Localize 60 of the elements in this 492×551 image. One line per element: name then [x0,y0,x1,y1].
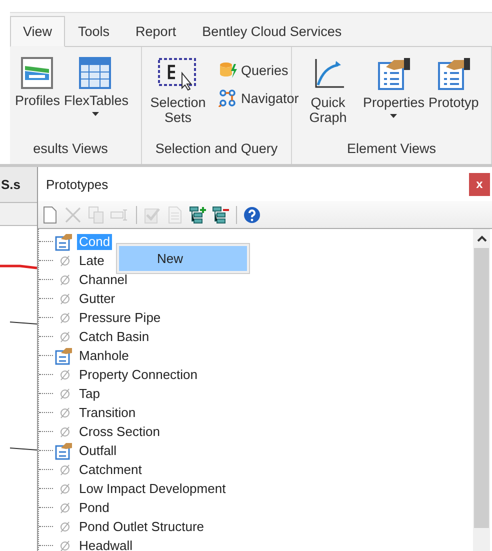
ribbon-tab[interactable]: Report [122,16,190,47]
tree-item[interactable]: Late [77,252,106,268]
menu-item[interactable]: New [119,246,247,271]
help-icon [243,206,261,224]
tree-item[interactable]: Pond Outlet Structure [77,518,206,534]
tree-item[interactable]: Channel [77,272,130,288]
tree-item[interactable]: Tap [77,386,102,402]
caret-icon [390,114,398,118]
toolbar-button[interactable] [211,204,231,224]
document-icon [166,206,184,224]
form-hand-icon [55,346,75,364]
ribbon-tab[interactable]: Tools [65,16,123,47]
network-icon [218,89,238,107]
caret-icon [92,112,98,116]
tree-item[interactable]: Property Connection [77,366,200,382]
delete-icon [64,206,82,224]
panel-title: Prototypes [46,176,108,192]
form-hand-icon [55,232,75,250]
group-label: esults Views [33,141,108,156]
toolbar-button[interactable] [242,204,262,224]
form-hand-icon [376,57,412,91]
tree-item[interactable]: Cross Section [77,424,162,440]
toolbar-button[interactable] [188,204,208,224]
document-tab[interactable]: S.s [0,167,37,202]
tree-item[interactable]: Gutter [77,290,118,306]
tree-item[interactable]: Catchment [77,462,144,478]
add-tree-icon [189,206,207,224]
tree-item[interactable]: Pressure Pipe [77,310,163,326]
close-button[interactable]: x [469,172,490,196]
tree-item[interactable]: Outfall [77,442,119,458]
ribbon-button[interactable]: Properties [362,57,426,135]
scroll-up-icon [476,235,486,242]
copy-icon [87,206,105,224]
database-icon [218,61,238,79]
new-document-icon [41,206,59,224]
ribbon-button[interactable]: Queries [216,57,301,83]
ribbon-tab[interactable]: View [10,16,66,47]
ribbon-button[interactable]: Profiles [14,57,61,135]
tree-item[interactable]: Manhole [77,348,131,364]
tree-item[interactable]: Headwall [77,538,134,551]
ribbon-tab[interactable]: Bentley Cloud Services [189,16,355,47]
tree-item[interactable]: Transition [77,404,138,420]
group-label: Selection and Query [155,141,278,156]
form-hand-icon [436,57,472,91]
ribbon-button[interactable]: Navigator [216,85,301,111]
profile-chart-icon [21,57,54,89]
group-label: Element Views [346,141,436,156]
ribbon-button[interactable]: Prototyp [428,57,480,135]
tree-item[interactable]: Catch Basin [77,328,152,344]
remove-tree-icon [212,206,230,224]
tree-item[interactable]: Low Impact Development [77,480,228,496]
table-icon [79,57,111,89]
scrollbar[interactable] [473,229,490,551]
selection-icon [157,57,199,91]
document-toolbar [0,202,37,226]
ribbon-button[interactable]: FlexTables [63,57,127,135]
ribbon-button[interactable]: Selection Sets [146,57,210,135]
checked-document-icon [143,206,161,224]
tree-item[interactable]: Pond [77,500,112,516]
form-hand-icon [55,442,75,460]
